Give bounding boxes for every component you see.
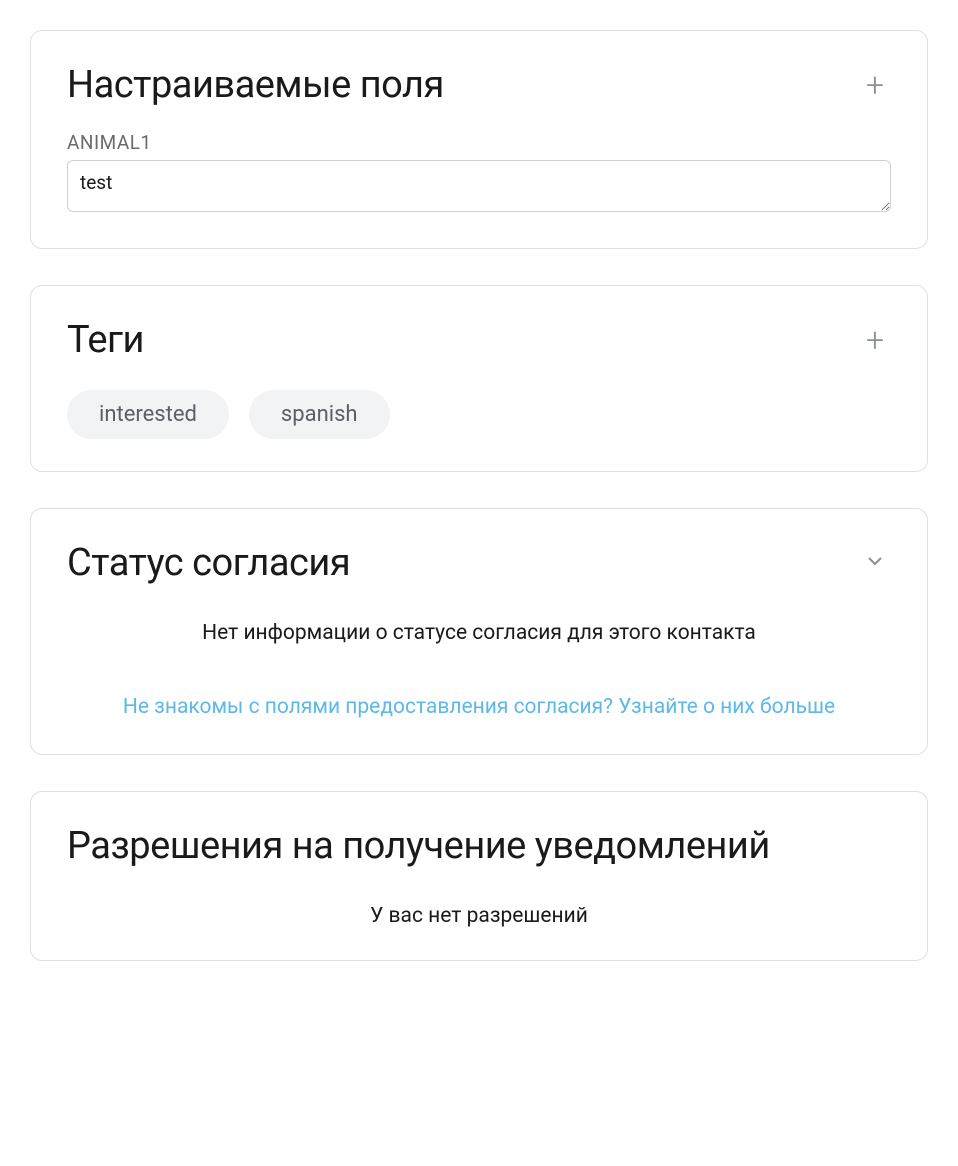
add-tag-button[interactable]: [859, 324, 891, 356]
tags-list: interested spanish: [67, 390, 891, 439]
plus-icon: [866, 69, 884, 101]
custom-fields-title: Настраиваемые поля: [67, 63, 444, 107]
custom-field-input[interactable]: [67, 160, 891, 212]
consent-header: Статус согласия: [67, 541, 891, 585]
plus-icon: [866, 324, 884, 356]
consent-title: Статус согласия: [67, 541, 350, 585]
permissions-empty-text: У вас нет разрешений: [67, 904, 891, 928]
collapse-consent-button[interactable]: [859, 547, 891, 579]
permissions-title: Разрешения на получение уведомлений: [67, 824, 770, 868]
tags-header: Теги: [67, 318, 891, 362]
permissions-body: У вас нет разрешений: [67, 904, 891, 928]
tag-item[interactable]: spanish: [249, 390, 390, 439]
consent-empty-text: Нет информации о статусе согласия для эт…: [67, 621, 891, 645]
consent-body: Нет информации о статусе согласия для эт…: [67, 621, 891, 722]
custom-fields-header: Настраиваемые поля: [67, 63, 891, 107]
tags-title: Теги: [67, 318, 144, 362]
tags-card: Теги interested spanish: [30, 285, 928, 472]
permissions-header: Разрешения на получение уведомлений: [67, 824, 891, 868]
chevron-down-icon: [863, 549, 887, 577]
custom-field-label: ANIMAL1: [67, 131, 891, 154]
consent-help-link[interactable]: Не знакомы с полями предоставления согла…: [123, 693, 835, 722]
tag-item[interactable]: interested: [67, 390, 229, 439]
consent-status-card: Статус согласия Нет информации о статусе…: [30, 508, 928, 755]
add-custom-field-button[interactable]: [859, 69, 891, 101]
custom-fields-card: Настраиваемые поля ANIMAL1: [30, 30, 928, 249]
permissions-card: Разрешения на получение уведомлений У ва…: [30, 791, 928, 961]
custom-field-row: ANIMAL1: [67, 131, 891, 216]
